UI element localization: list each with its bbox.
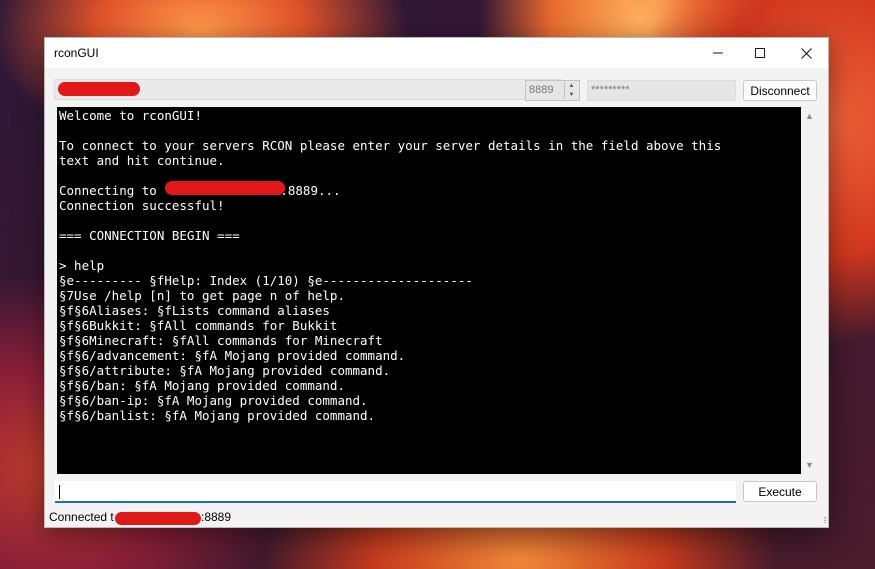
- console-line: > help: [59, 258, 105, 273]
- scroll-up-icon[interactable]: ▲: [805, 111, 814, 121]
- console-output[interactable]: Welcome to rconGUI! To connect to your se…: [57, 107, 801, 474]
- console-line: §7Use /help [n] to get page n of help.: [59, 288, 345, 303]
- disconnect-button[interactable]: Disconnect: [743, 80, 817, 101]
- console-line: §f§6Minecraft: §fAll commands for Minecr…: [59, 333, 383, 348]
- console-line: §e--------- §fHelp: Index (1/10) §e-----…: [59, 273, 473, 288]
- status-text: Connected t: [49, 510, 114, 524]
- redaction-mark: [165, 181, 285, 195]
- status-port: :8889: [201, 510, 232, 524]
- connecting-port: :8889...: [280, 183, 341, 198]
- password-input[interactable]: *********: [587, 80, 736, 101]
- console-line: Welcome to rconGUI!: [59, 108, 202, 123]
- scroll-down-icon[interactable]: ▼: [805, 460, 814, 470]
- console-line: §f§6/ban: §fA Mojang provided command.: [59, 378, 345, 393]
- port-value: 8889: [529, 84, 554, 96]
- host-input[interactable]: [54, 79, 562, 100]
- console-scrollbar[interactable]: ▲ ▼: [801, 107, 817, 474]
- minimize-icon: [713, 52, 723, 54]
- maximize-icon: [755, 48, 765, 58]
- spin-down-icon[interactable]: ▼: [565, 91, 578, 100]
- console-line: §f§6/ban-ip: §fA Mojang provided command…: [59, 393, 368, 408]
- close-icon: [800, 47, 812, 59]
- maximize-button[interactable]: [737, 38, 783, 68]
- redaction-mark: [58, 82, 140, 96]
- port-input[interactable]: 8889 ▲ ▼: [525, 80, 580, 101]
- window-title: rconGUI: [54, 46, 99, 60]
- console-line: §f§6/banlist: §fA Mojang provided comman…: [59, 408, 376, 423]
- console-line: §f§6Aliases: §fLists command aliases: [59, 303, 330, 318]
- command-input[interactable]: [55, 481, 736, 503]
- console-lines: Welcome to rconGUI! To connect to your se…: [57, 107, 801, 423]
- minimize-button[interactable]: [695, 38, 741, 68]
- password-value: *********: [591, 84, 630, 96]
- spin-up-icon[interactable]: ▲: [565, 82, 578, 91]
- console-line-text: Connecting to: [59, 183, 165, 198]
- execute-button[interactable]: Execute: [743, 481, 817, 502]
- console-line: text and hit continue.: [59, 153, 225, 168]
- title-bar[interactable]: rconGUI: [45, 38, 828, 68]
- console-line: To connect to your servers RCON please e…: [59, 138, 722, 153]
- console-line: §f§6/attribute: §fA Mojang provided comm…: [59, 363, 391, 378]
- console-line: === CONNECTION BEGIN ===: [59, 228, 240, 243]
- redaction-mark: [115, 512, 201, 525]
- app-window: rconGUI 8889 ▲ ▼ ********* Disconnect We…: [44, 37, 829, 528]
- close-button[interactable]: [783, 38, 829, 68]
- port-spinner[interactable]: ▲ ▼: [564, 82, 578, 99]
- console-line: §f§6/advancement: §fA Mojang provided co…: [59, 348, 406, 363]
- console-line: §f§6Bukkit: §fAll commands for Bukkit: [59, 318, 338, 333]
- text-caret: [59, 485, 60, 499]
- console-line: Connection successful!: [59, 198, 225, 213]
- resize-grip-icon[interactable]: ⁞⁞: [823, 515, 827, 525]
